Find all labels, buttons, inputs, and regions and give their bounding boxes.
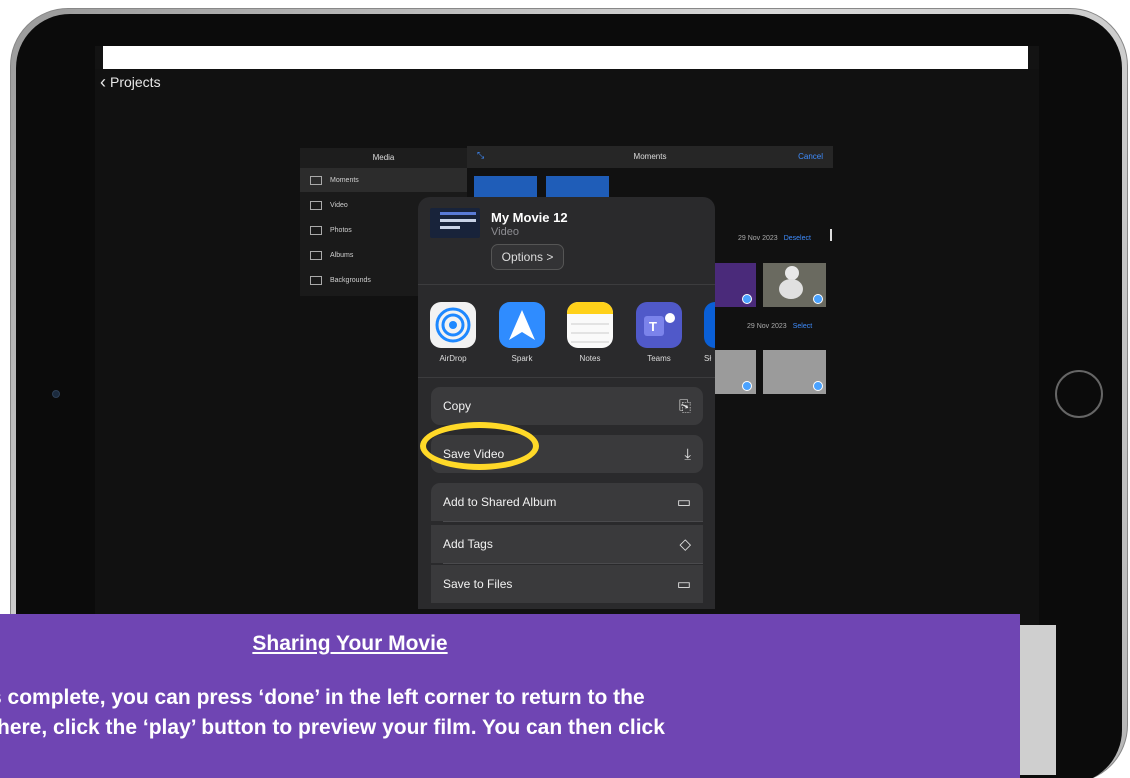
divider <box>443 521 703 522</box>
checkmark-icon <box>742 294 752 304</box>
action-label: Add Tags <box>443 537 493 551</box>
photos-icon <box>310 225 322 235</box>
deselect-button[interactable]: Deselect <box>784 235 811 242</box>
film-icon <box>310 200 322 210</box>
divider <box>418 377 715 378</box>
camera-icon <box>52 390 60 398</box>
share-subtitle: Video <box>491 226 519 238</box>
caption-title: Sharing Your Movie <box>252 632 448 655</box>
moments-header: ⤡ Moments Cancel <box>467 146 833 168</box>
svg-text:T: T <box>649 319 657 334</box>
media-title: Media <box>300 148 467 168</box>
copy-icon: ⎘ <box>678 397 691 415</box>
back-label: Projects <box>110 74 161 90</box>
add-tags-action[interactable]: Add Tags ◇ <box>431 525 703 563</box>
scroll-indicator <box>830 229 832 241</box>
chevron-left-icon: ‹ <box>100 72 106 92</box>
checkmark-icon <box>813 294 823 304</box>
media-item-moments[interactable]: Moments <box>300 168 467 192</box>
spark-icon <box>509 310 535 340</box>
albums-icon <box>310 250 322 260</box>
tag-icon: ◇ <box>679 536 691 553</box>
checkmark-icon <box>742 381 752 391</box>
copy-action[interactable]: Copy ⎘ <box>431 387 703 425</box>
airdrop-icon <box>435 307 471 343</box>
folder-icon: ▭ <box>676 576 691 593</box>
app-label: Notes <box>579 354 601 363</box>
media-item-label: Backgrounds <box>330 276 371 284</box>
save-icon: ⤓ <box>684 445 691 463</box>
divider <box>418 284 715 285</box>
snowman-head <box>785 266 799 280</box>
media-item-label: Photos <box>330 226 352 234</box>
app-label: Sł <box>704 354 712 363</box>
spark-app-button[interactable] <box>499 302 545 348</box>
home-button[interactable] <box>1055 370 1103 418</box>
moments-icon <box>310 175 322 185</box>
app-label: AirDrop <box>439 354 467 363</box>
teams-icon: T <box>644 313 675 336</box>
action-label: Copy <box>443 399 472 413</box>
app-label: Teams <box>647 354 671 363</box>
select-button[interactable]: Select <box>793 323 812 330</box>
media-item-label: Video <box>330 201 348 209</box>
movie-thumbnail <box>430 208 480 238</box>
add-to-shared-album-action[interactable]: Add to Shared Album ▭ <box>431 483 703 521</box>
teams-app-button[interactable]: T <box>636 302 682 348</box>
backgrounds-icon <box>310 275 322 285</box>
moment-group-header: 29 Nov 2023 Deselect <box>738 235 811 242</box>
checkmark-icon <box>813 381 823 391</box>
moment-group-header: 29 Nov 2023 Select <box>747 323 812 330</box>
app-label: Spark <box>511 354 533 363</box>
options-button[interactable]: Options > <box>491 244 564 270</box>
action-label: Save to Files <box>443 577 513 591</box>
moments-title: Moments <box>633 152 667 161</box>
status-bar <box>103 46 1028 69</box>
caption-line: s complete, you can press ‘done’ in the … <box>0 686 645 709</box>
save-to-files-action[interactable]: Save to Files ▭ <box>431 565 703 603</box>
moment-date: 29 Nov 2023 <box>738 235 778 242</box>
highlight-circle <box>420 422 539 470</box>
notes-icon <box>567 302 613 343</box>
action-label: Add to Shared Album <box>443 495 557 509</box>
back-button[interactable]: ‹ Projects <box>100 72 161 92</box>
more-app-button[interactable] <box>704 302 715 348</box>
share-title: My Movie 12 <box>491 210 568 225</box>
media-item-label: Albums <box>330 251 354 259</box>
moment-date: 29 Nov 2023 <box>747 323 787 330</box>
snowman-body <box>779 279 803 299</box>
shared-album-icon: ▭ <box>676 494 691 511</box>
divider <box>443 563 703 564</box>
caption-line: there, click the ‘play’ button to previe… <box>0 716 665 739</box>
notes-app-button[interactable] <box>567 302 613 348</box>
media-item-label: Moments <box>330 176 359 184</box>
airdrop-app-button[interactable] <box>430 302 476 348</box>
cancel-button[interactable]: Cancel <box>798 152 823 161</box>
grey-strip <box>1020 625 1056 775</box>
